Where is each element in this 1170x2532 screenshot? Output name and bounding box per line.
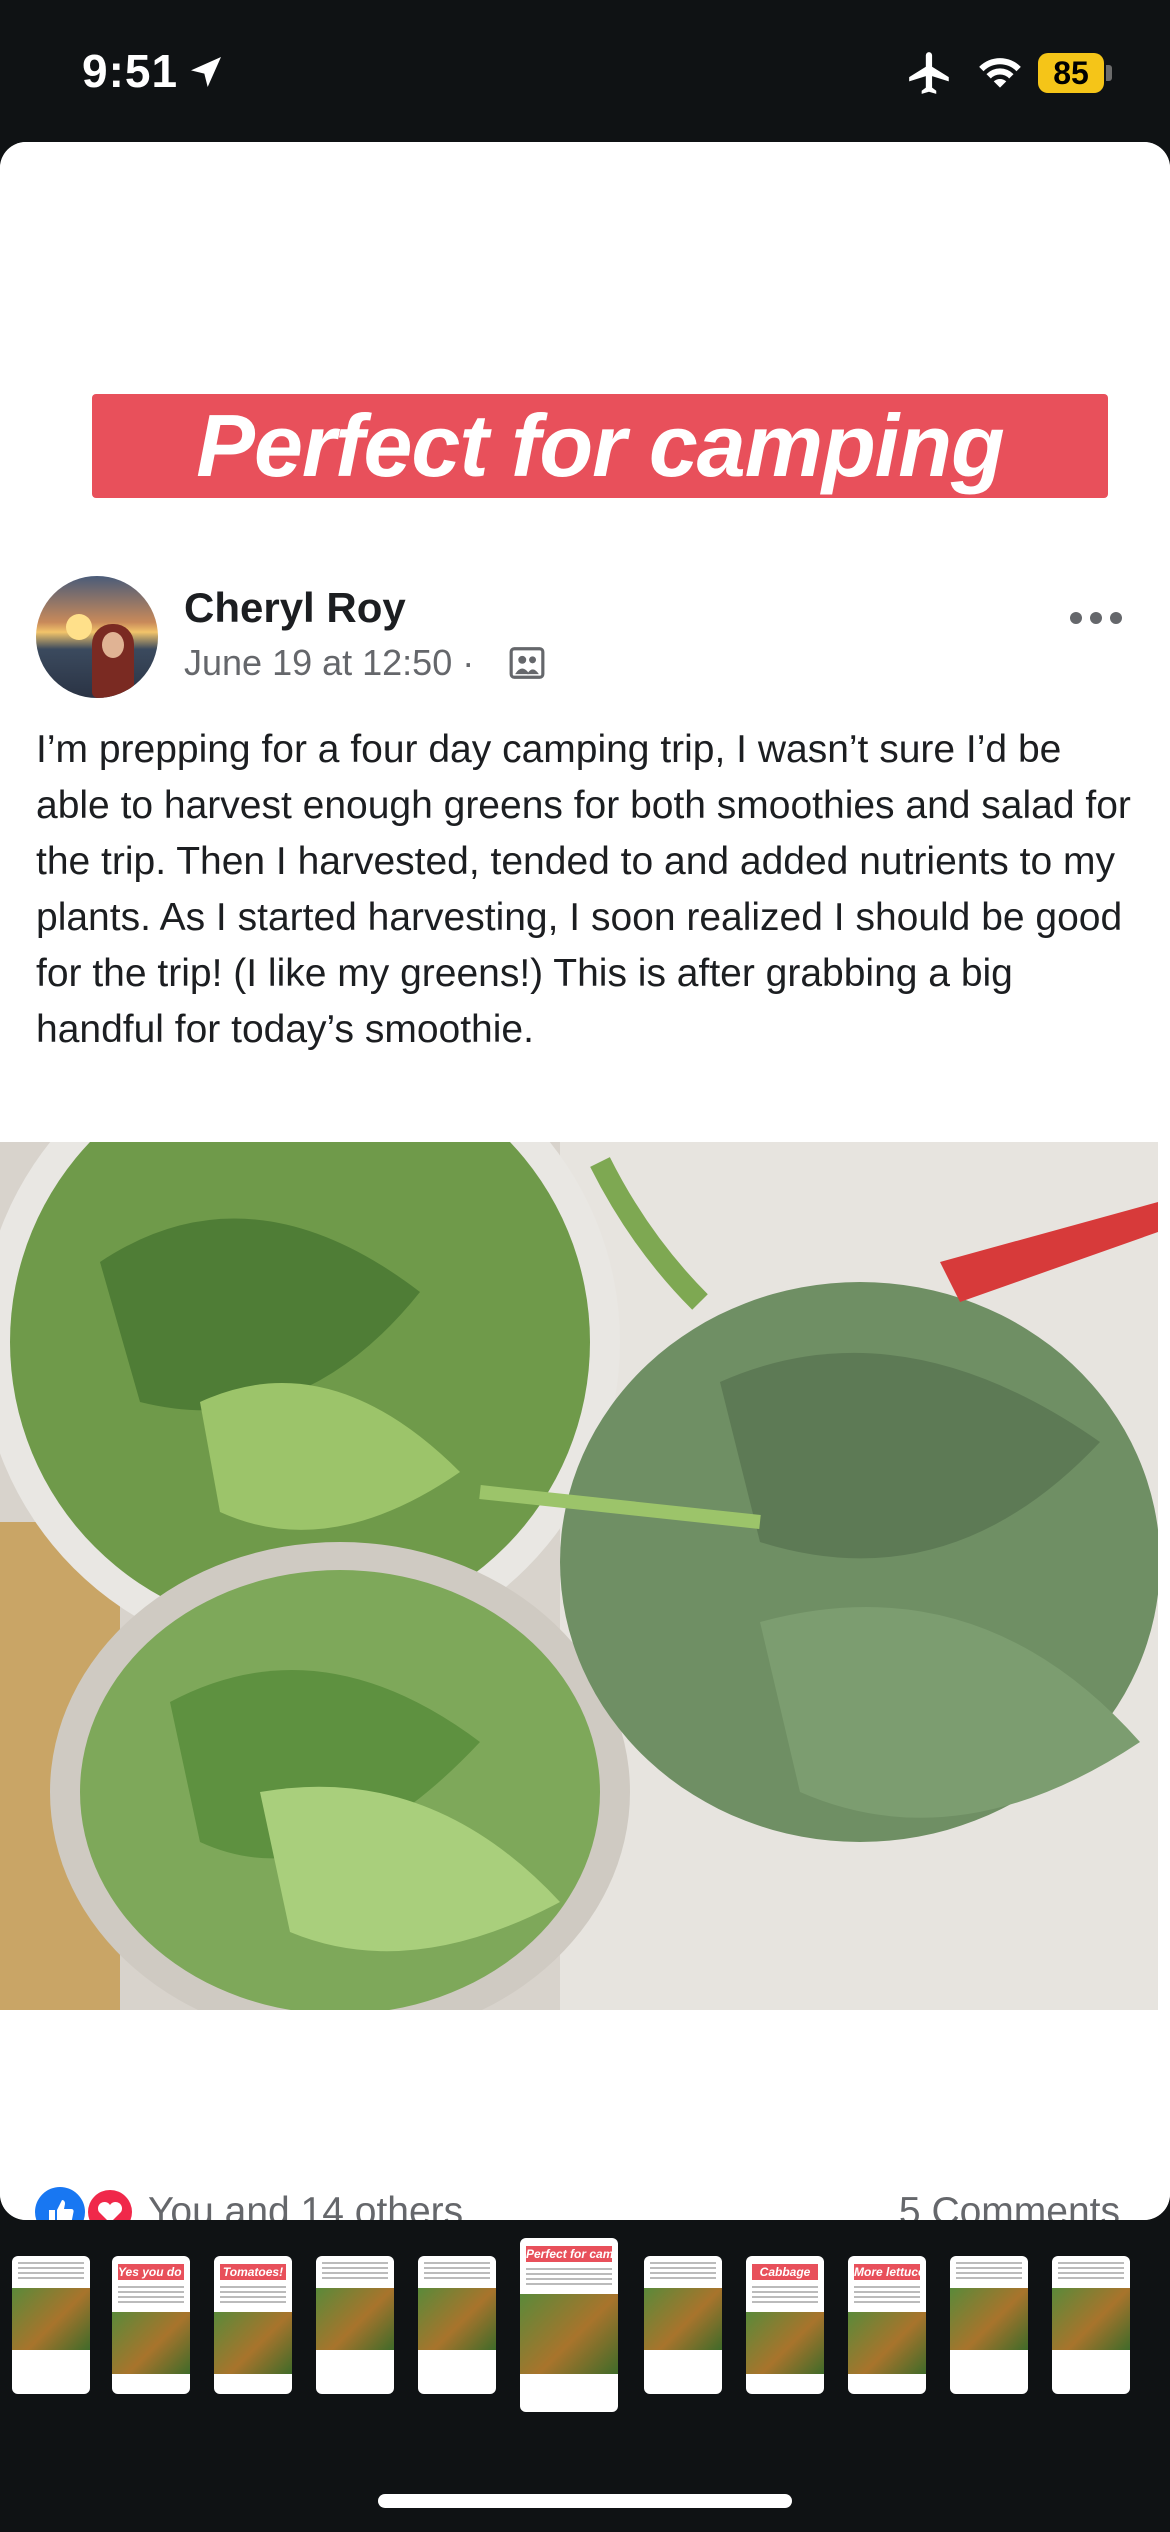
thumbnail-photo [848,2312,926,2374]
home-indicator [378,2494,792,2508]
group-audience-icon [509,647,545,679]
comments-count[interactable]: 5 Comments [899,2190,1120,2220]
banner-title: Perfect for camping [92,394,1108,498]
status-time: 9:51 [82,45,179,97]
thumbnail-photo [520,2294,618,2374]
thumbnail-title: Perfect for camping [526,2246,612,2262]
story-thumbnail[interactable] [644,2256,722,2394]
battery-icon: 85 [1038,53,1104,93]
thumbnail-text-lines [220,2286,286,2306]
story-thumbnail[interactable] [418,2256,496,2394]
thumbnail-text-lines [322,2262,388,2282]
story-thumbnail[interactable]: Tomatoes! [214,2256,292,2394]
status-bar: 9:51 85 [0,0,1170,140]
story-thumbnail[interactable] [950,2256,1028,2394]
story-thumbnail[interactable] [1052,2256,1130,2394]
post-timestamp[interactable]: June 19 at 12:50 · [184,642,474,684]
thumbnail-title: Yes you do :) [118,2264,184,2280]
thumbnail-title: More lettuce [854,2264,920,2280]
thumbnail-photo [214,2312,292,2374]
banner-area: Perfect for camping [0,142,1170,552]
thumbnail-photo [644,2288,722,2350]
story-thumbnail[interactable] [12,2256,90,2394]
thumbnail-title: Cabbage [752,2264,818,2280]
avatar[interactable] [36,576,158,698]
thumbnail-photo [12,2288,90,2350]
avatar-sun [66,614,92,640]
thumbnail-photo [112,2312,190,2374]
story-thumbnail[interactable]: Yes you do :) [112,2256,190,2394]
story-card[interactable]: Perfect for camping Cheryl Roy June 19 a… [0,142,1170,2220]
more-options-icon[interactable] [1068,608,1124,628]
battery-tip [1106,65,1112,81]
thumbnail-photo [746,2312,824,2374]
thumbnail-text-lines [1058,2262,1124,2282]
greens-photo [0,1142,1158,2010]
thumbnail-text-lines [956,2262,1022,2282]
thumbnail-text-lines [752,2286,818,2306]
story-thumbnail[interactable]: More lettuce [848,2256,926,2394]
thumbnail-photo [418,2288,496,2350]
thumbnail-title: Tomatoes! [220,2264,286,2280]
avatar-face [102,632,124,658]
thumbnail-photo [316,2288,394,2350]
like-reaction-icon [35,2187,85,2220]
story-thumbnail[interactable] [316,2256,394,2394]
thumbnail-text-lines [854,2286,920,2306]
post-text: I’m prepping for a four day camping trip… [36,728,1131,1051]
thumbnail-text-lines [526,2268,612,2288]
post-photo[interactable] [0,1142,1158,2010]
thumbnail-text-lines [650,2262,716,2282]
airplane-icon [909,52,949,94]
thumbnail-photo [950,2288,1028,2350]
location-arrow-icon [191,57,221,87]
thumbnail-photo [1052,2288,1130,2350]
reactions-summary[interactable]: You and 14 others [148,2190,463,2220]
thumbnail-text-lines [18,2262,84,2282]
love-reaction-icon [85,2187,135,2220]
thumbnail-text-lines [118,2286,184,2306]
wifi-icon [979,58,1021,88]
author-name[interactable]: Cheryl Roy [184,584,406,632]
thumbnail-text-lines [424,2262,490,2282]
story-thumbnail[interactable]: Perfect for camping [520,2238,618,2412]
story-thumbnail[interactable]: Cabbage [746,2256,824,2394]
